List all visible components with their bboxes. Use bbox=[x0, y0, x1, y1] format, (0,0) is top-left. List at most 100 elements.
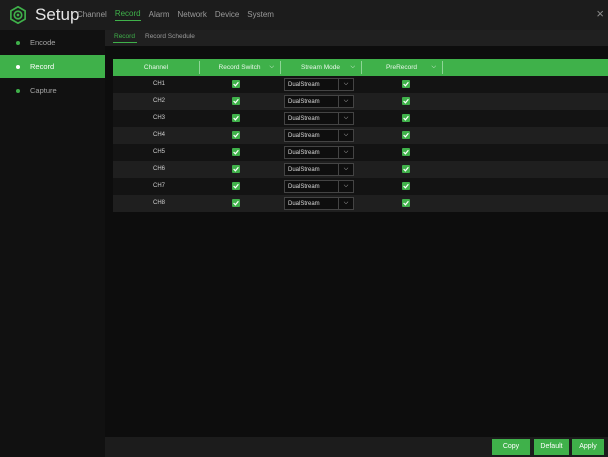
prerecord-checkbox[interactable] bbox=[402, 165, 410, 173]
stream-mode-select[interactable]: DualStream ⌵ bbox=[284, 180, 354, 193]
table-body: CH1 DualStream ⌵ CH2 DualStream ⌵ CH3 DualStrea… bbox=[113, 76, 608, 212]
prerecord-checkbox[interactable] bbox=[402, 199, 410, 207]
record-switch-checkbox[interactable] bbox=[232, 199, 240, 207]
prerecord-checkbox[interactable] bbox=[402, 114, 410, 122]
table-row: CH7 DualStream ⌵ bbox=[113, 178, 608, 195]
bullet-icon bbox=[16, 64, 20, 69]
sidebar-item-capture[interactable]: Capture bbox=[0, 79, 105, 102]
sidebar-item-encode[interactable]: Encode bbox=[0, 31, 105, 54]
menu-alarm[interactable]: Alarm bbox=[149, 10, 170, 21]
table-row: CH1 DualStream ⌵ bbox=[113, 76, 608, 93]
channel-cell: CH4 bbox=[152, 132, 165, 138]
stream-mode-select[interactable]: DualStream ⌵ bbox=[284, 146, 354, 159]
table-row: CH2 DualStream ⌵ bbox=[113, 93, 608, 110]
header-record-switch[interactable]: Record Switch ⌵ bbox=[199, 59, 280, 76]
record-switch-checkbox[interactable] bbox=[232, 182, 240, 190]
tab-record[interactable]: Record bbox=[114, 33, 135, 40]
chevron-down-icon[interactable]: ⌵ bbox=[431, 59, 436, 76]
channel-cell: CH1 bbox=[152, 81, 165, 87]
select-value: DualStream bbox=[288, 167, 320, 173]
channel-cell: CH3 bbox=[152, 115, 165, 121]
menu-channel[interactable]: Channel bbox=[77, 10, 107, 21]
channel-cell: CH8 bbox=[152, 200, 165, 206]
prerecord-checkbox[interactable] bbox=[402, 182, 410, 190]
select-value: DualStream bbox=[288, 201, 320, 207]
sidebar-item-label: Capture bbox=[30, 86, 57, 95]
bullet-icon bbox=[16, 40, 20, 45]
select-value: DualStream bbox=[288, 184, 320, 190]
footer-bar: Copy Default Apply bbox=[105, 437, 608, 457]
page-title: Setup bbox=[35, 5, 80, 24]
table-row: CH5 DualStream ⌵ bbox=[113, 144, 608, 161]
chevron-down-icon[interactable]: ⌵ bbox=[338, 113, 353, 124]
chevron-down-icon[interactable]: ⌵ bbox=[338, 96, 353, 107]
record-switch-checkbox[interactable] bbox=[232, 80, 240, 88]
menu-system[interactable]: System bbox=[247, 10, 274, 21]
apply-button[interactable]: Apply bbox=[572, 439, 604, 455]
table-row: CH3 DualStream ⌵ bbox=[113, 110, 608, 127]
menu-network[interactable]: Network bbox=[178, 10, 207, 21]
record-switch-checkbox[interactable] bbox=[232, 97, 240, 105]
menu-record[interactable]: Record bbox=[114, 9, 141, 21]
chevron-down-icon[interactable]: ⌵ bbox=[338, 181, 353, 192]
record-switch-checkbox[interactable] bbox=[232, 165, 240, 173]
sub-tabs: Record Record Schedule bbox=[105, 30, 608, 46]
table-header: Channel Record Switch ⌵ Stream Mode ⌵ Pr… bbox=[113, 59, 608, 76]
chevron-down-icon[interactable]: ⌵ bbox=[338, 79, 353, 90]
record-switch-checkbox[interactable] bbox=[232, 114, 240, 122]
top-bar: Setup Channel Record Alarm Network Devic… bbox=[0, 0, 608, 30]
default-button[interactable]: Default bbox=[534, 439, 569, 455]
prerecord-checkbox[interactable] bbox=[402, 131, 410, 139]
table-row: CH8 DualStream ⌵ bbox=[113, 195, 608, 212]
chevron-down-icon[interactable]: ⌵ bbox=[350, 59, 355, 76]
prerecord-checkbox[interactable] bbox=[402, 80, 410, 88]
gear-icon bbox=[10, 6, 26, 24]
copy-button[interactable]: Copy bbox=[492, 439, 530, 455]
header-label: PreRecord bbox=[385, 64, 418, 71]
sidebar-item-record[interactable]: Record bbox=[0, 55, 105, 78]
content-panel: Channel Record Switch ⌵ Stream Mode ⌵ Pr… bbox=[105, 46, 608, 437]
chevron-down-icon[interactable]: ⌵ bbox=[269, 59, 274, 76]
header-divider bbox=[442, 61, 443, 74]
record-switch-checkbox[interactable] bbox=[232, 131, 240, 139]
prerecord-checkbox[interactable] bbox=[402, 97, 410, 105]
header-channel: Channel bbox=[143, 64, 169, 71]
header-label: Record Switch bbox=[218, 64, 261, 71]
active-tab-indicator bbox=[113, 42, 137, 43]
sidebar-item-label: Encode bbox=[30, 38, 56, 47]
header-label: Stream Mode bbox=[300, 64, 341, 71]
bullet-icon bbox=[16, 88, 20, 93]
tab-record-schedule[interactable]: Record Schedule bbox=[145, 33, 195, 40]
prerecord-checkbox[interactable] bbox=[402, 148, 410, 156]
main-menu: Channel Record Alarm Network Device Syst… bbox=[77, 0, 282, 30]
chevron-down-icon[interactable]: ⌵ bbox=[338, 130, 353, 141]
select-value: DualStream bbox=[288, 116, 320, 122]
stream-mode-select[interactable]: DualStream ⌵ bbox=[284, 197, 354, 210]
select-value: DualStream bbox=[288, 133, 320, 139]
channel-cell: CH2 bbox=[152, 98, 165, 104]
record-table: Channel Record Switch ⌵ Stream Mode ⌵ Pr… bbox=[113, 59, 608, 212]
sidebar-item-label: Record bbox=[30, 62, 55, 71]
chevron-down-icon[interactable]: ⌵ bbox=[338, 198, 353, 209]
menu-device[interactable]: Device bbox=[215, 10, 239, 21]
channel-cell: CH5 bbox=[152, 149, 165, 155]
stream-mode-select[interactable]: DualStream ⌵ bbox=[284, 95, 354, 108]
chevron-down-icon[interactable]: ⌵ bbox=[338, 147, 353, 158]
chevron-down-icon[interactable]: ⌵ bbox=[338, 164, 353, 175]
close-icon[interactable]: × bbox=[596, 6, 604, 21]
record-switch-checkbox[interactable] bbox=[232, 148, 240, 156]
table-row: CH4 DualStream ⌵ bbox=[113, 127, 608, 144]
stream-mode-select[interactable]: DualStream ⌵ bbox=[284, 163, 354, 176]
header-stream-mode[interactable]: Stream Mode ⌵ bbox=[280, 59, 361, 76]
channel-cell: CH6 bbox=[152, 166, 165, 172]
channel-cell: CH7 bbox=[152, 183, 165, 189]
table-row: CH6 DualStream ⌵ bbox=[113, 161, 608, 178]
select-value: DualStream bbox=[288, 82, 320, 88]
header-prerecord[interactable]: PreRecord ⌵ bbox=[361, 59, 442, 76]
select-value: DualStream bbox=[288, 99, 320, 105]
stream-mode-select[interactable]: DualStream ⌵ bbox=[284, 112, 354, 125]
sidebar: Encode Record Capture bbox=[0, 30, 105, 457]
stream-mode-select[interactable]: DualStream ⌵ bbox=[284, 78, 354, 91]
stream-mode-select[interactable]: DualStream ⌵ bbox=[284, 129, 354, 142]
select-value: DualStream bbox=[288, 150, 320, 156]
